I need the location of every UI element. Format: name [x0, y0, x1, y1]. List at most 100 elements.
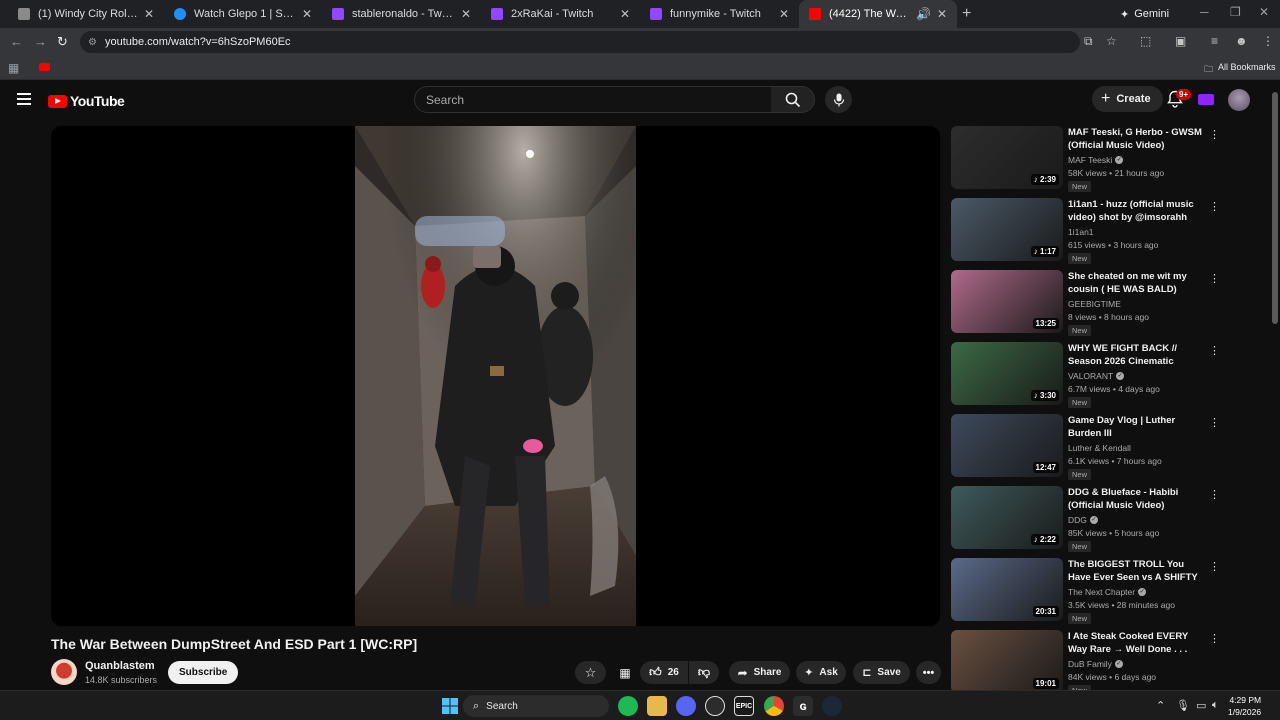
search-button[interactable] — [771, 86, 815, 113]
more-options-icon[interactable]: ⋮ — [1209, 200, 1220, 213]
speaker-icon[interactable]: 🔊 — [916, 7, 931, 21]
dislike-button[interactable]: 👎︎ — [689, 661, 719, 684]
recommendation-title[interactable]: The BIGGEST TROLL You Have Ever Seen vs … — [1068, 558, 1208, 584]
recommendation-title[interactable]: DDG & Blueface - Habibi (Official Music … — [1068, 486, 1208, 512]
profile-icon[interactable]: ☻ — [1235, 34, 1248, 48]
recommendation-item[interactable]: ♪ 1:17 1i1an1 - huzz (official music vide… — [951, 198, 1231, 264]
steam-clock-icon[interactable] — [705, 696, 725, 716]
youtube-bookmark-icon[interactable] — [39, 63, 50, 71]
more-actions-button[interactable]: ••• — [916, 661, 941, 684]
save-button[interactable]: ⊏ Save — [853, 661, 910, 684]
recommendation-channel[interactable]: DDG ✓ — [1068, 515, 1098, 525]
system-clock[interactable]: 4:29 PM 1/9/2026 — [1228, 694, 1261, 718]
more-options-icon[interactable]: ⋮ — [1209, 560, 1220, 573]
recommendation-thumbnail[interactable]: ♪ 2:22 — [951, 486, 1063, 549]
more-options-icon[interactable]: ⋮ — [1209, 632, 1220, 645]
reload-icon[interactable]: ↻ — [57, 34, 68, 50]
recommendation-item[interactable]: ♪ 3:30 WHY WE FIGHT BACK // Season 2026 C… — [951, 342, 1231, 408]
account-avatar[interactable] — [1228, 89, 1250, 111]
install-app-icon[interactable]: ⧉ — [1084, 34, 1093, 49]
browser-tab-streamable[interactable]: Watch Glepo 1 | Streamable ✕ — [164, 0, 322, 28]
recommendation-thumbnail[interactable]: ♪ 3:30 — [951, 342, 1063, 405]
browser-tab-youtube-active[interactable]: (4422) The War Between Du 🔊 ✕ — [799, 0, 957, 28]
address-bar[interactable]: ⚙ youtube.com/watch?v=6hSzoPM60Ec — [80, 31, 1080, 53]
taskbar-search[interactable]: ⌕ Search — [463, 695, 609, 717]
chrome-menu-icon[interactable]: ⋮ — [1262, 34, 1274, 48]
browser-tab-windy-city[interactable]: (1) Windy City Roleplay ✕ — [8, 0, 164, 28]
recommendation-channel[interactable]: 1i1an1 — [1068, 227, 1094, 237]
recommendation-title[interactable]: Game Day Vlog | Luther Burden III — [1068, 414, 1208, 440]
network-icon[interactable]: ▭ — [1196, 699, 1206, 712]
recommendation-channel[interactable]: GEEBIGTIME — [1068, 299, 1121, 309]
recommendation-thumbnail[interactable]: 13:25 — [951, 270, 1063, 333]
forward-icon[interactable]: → — [34, 34, 47, 49]
recommendation-channel[interactable]: The Next Chapter ✓ — [1068, 587, 1147, 597]
close-tab-icon[interactable]: ✕ — [144, 7, 154, 21]
create-button[interactable]: + Create — [1092, 86, 1163, 112]
more-options-icon[interactable]: ⋮ — [1209, 272, 1220, 285]
channel-avatar[interactable] — [51, 659, 77, 685]
close-tab-icon[interactable]: ✕ — [620, 7, 630, 21]
browser-tab-2xrakai[interactable]: 2xRaKai - Twitch ✕ — [481, 0, 640, 28]
g-hub-icon[interactable]: ɢ — [793, 696, 813, 716]
recommendation-item[interactable]: 20:31 The BIGGEST TROLL You Have Ever See… — [951, 558, 1231, 624]
more-options-icon[interactable]: ⋮ — [1209, 416, 1220, 429]
back-icon[interactable]: ← — [10, 34, 23, 49]
window-close-icon[interactable]: ✕ — [1259, 5, 1269, 19]
reading-list-icon[interactable]: ≡ — [1211, 34, 1218, 48]
recommendation-item[interactable]: ♪ 2:39 MAF Teeski, G Herbo - GWSM (Offici… — [951, 126, 1231, 192]
recommendation-item[interactable]: ♪ 2:22 DDG & Blueface - Habibi (Official … — [951, 486, 1231, 552]
recommendation-thumbnail[interactable]: 12:47 — [951, 414, 1063, 477]
epic-games-icon[interactable]: EPIC — [734, 696, 754, 716]
steam-icon[interactable] — [822, 696, 842, 716]
more-options-icon[interactable]: ⋮ — [1209, 128, 1220, 141]
twitch-extension-icon[interactable] — [1198, 94, 1214, 105]
minimize-icon[interactable]: ─ — [1200, 5, 1209, 19]
mic-tray-icon[interactable]: 🎙︎ — [1176, 699, 1190, 712]
more-options-icon[interactable]: ⋮ — [1209, 344, 1220, 357]
recommendation-channel[interactable]: Luther & Kendall — [1068, 443, 1131, 453]
subscribe-button[interactable]: Subscribe — [168, 661, 239, 684]
recommendation-title[interactable]: 1i1an1 - huzz (official music video) sho… — [1068, 198, 1208, 224]
recommendation-item[interactable]: 13:25 She cheated on me wit my cousin ( H… — [951, 270, 1231, 336]
file-explorer-icon[interactable] — [647, 696, 667, 716]
close-tab-icon[interactable]: ✕ — [937, 7, 947, 21]
save-star-button[interactable]: ☆ — [575, 661, 606, 684]
guide-menu-icon[interactable] — [17, 93, 31, 105]
recommendation-thumbnail[interactable]: ♪ 1:17 — [951, 198, 1063, 261]
ask-button[interactable]: ✦ Ask — [796, 661, 846, 684]
volume-icon[interactable]: 🔈︎ — [1212, 699, 1219, 712]
like-button[interactable]: 👍︎ 26 — [640, 661, 688, 684]
new-tab-icon[interactable]: + — [962, 5, 971, 23]
close-tab-icon[interactable]: ✕ — [779, 7, 789, 21]
tray-overflow-icon[interactable]: ⌃ — [1156, 699, 1165, 712]
recommendation-thumbnail[interactable]: 19:01 — [951, 630, 1063, 693]
discord-icon[interactable] — [676, 696, 696, 716]
recommendation-channel[interactable]: MAF Teeski ✓ — [1068, 155, 1124, 165]
site-info-icon[interactable]: ⚙ — [88, 37, 97, 48]
recommendation-channel[interactable]: DuB Family ✓ — [1068, 659, 1123, 669]
recommendation-title[interactable]: MAF Teeski, G Herbo - GWSM (Official Mus… — [1068, 126, 1208, 152]
spotify-icon[interactable] — [618, 696, 638, 716]
voice-search-button[interactable] — [825, 86, 852, 113]
share-button[interactable]: ➦ Share — [729, 661, 790, 684]
recommendation-title[interactable]: I Ate Steak Cooked EVERY Way Rare → Well… — [1068, 630, 1208, 656]
close-tab-icon[interactable]: ✕ — [461, 7, 471, 21]
browser-tab-stableronaldo[interactable]: stableronaldo - Twitch ✕ — [322, 0, 481, 28]
extensions-icon[interactable]: ⬚ — [1140, 34, 1151, 48]
apps-grid-icon[interactable]: ▦ — [8, 61, 19, 75]
close-tab-icon[interactable]: ✕ — [302, 7, 312, 21]
page-scrollbar[interactable] — [1270, 80, 1280, 690]
recommendation-thumbnail[interactable]: ♪ 2:39 — [951, 126, 1063, 189]
bookmark-star-icon[interactable]: ☆ — [1106, 34, 1117, 48]
recommendation-title[interactable]: She cheated on me wit my cousin ( HE WAS… — [1068, 270, 1208, 296]
grid-button[interactable]: ▦ — [612, 661, 638, 684]
scrollbar-thumb[interactable] — [1272, 92, 1278, 324]
youtube-logo[interactable]: YouTube — [48, 93, 125, 109]
chrome-icon[interactable] — [764, 696, 784, 716]
recommendation-item[interactable]: 12:47 Game Day Vlog | Luther Burden III Lu… — [951, 414, 1231, 480]
maximize-icon[interactable]: ❐ — [1230, 5, 1241, 19]
recommendation-channel[interactable]: VALORANT ✓ — [1068, 371, 1125, 381]
windows-start-icon[interactable] — [440, 696, 460, 716]
more-options-icon[interactable]: ⋮ — [1209, 488, 1220, 501]
